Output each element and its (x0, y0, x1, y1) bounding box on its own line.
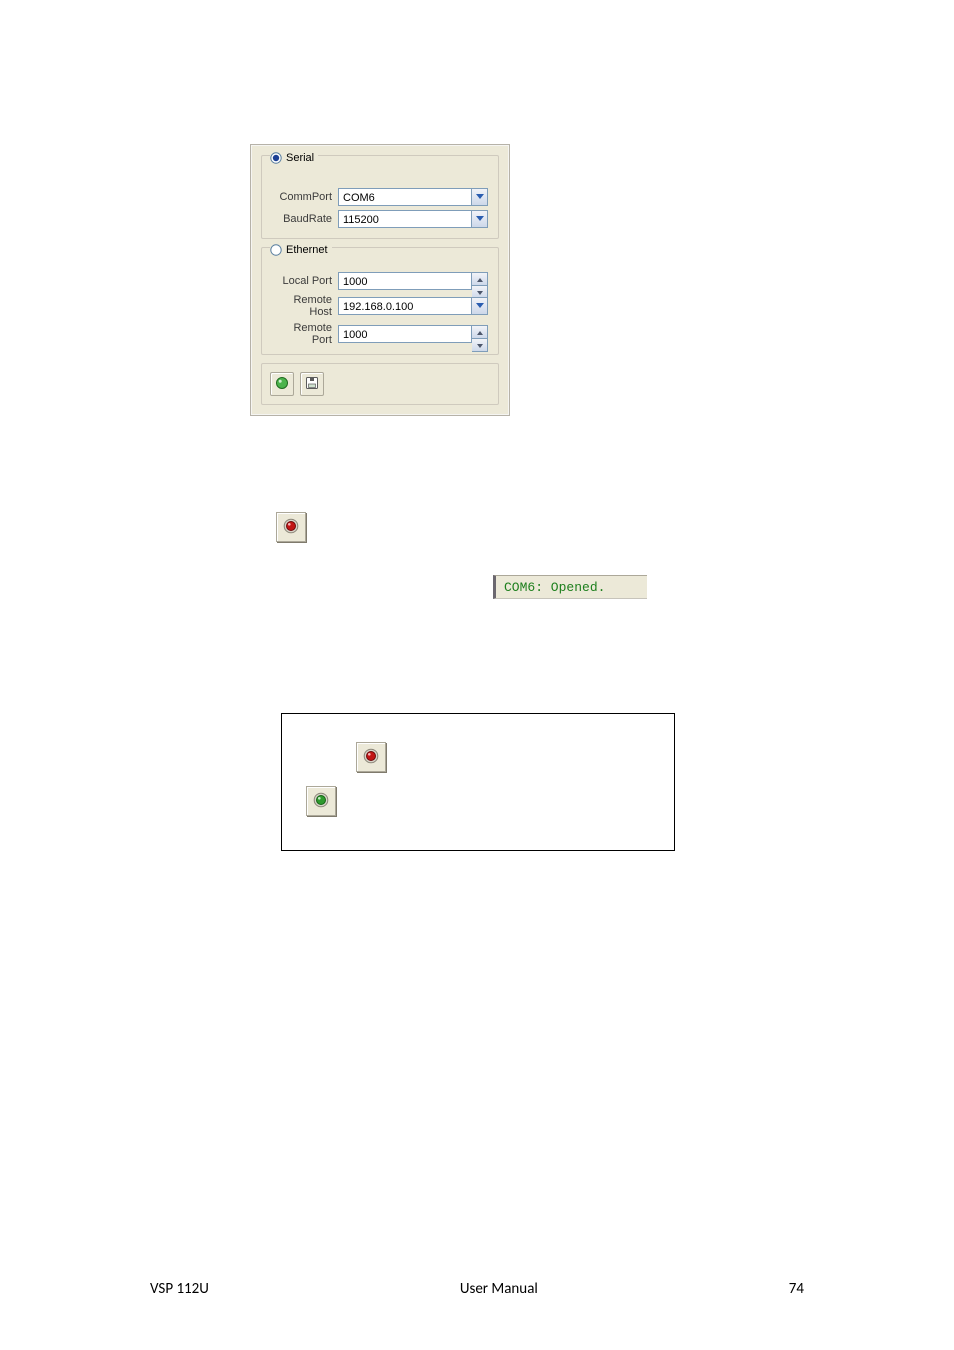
chevron-up-icon (477, 326, 483, 338)
serial-label: Serial (286, 152, 314, 164)
connect-button-green (306, 786, 336, 816)
remoteport-input[interactable]: 1000 (338, 325, 472, 343)
chevron-down-icon (476, 213, 484, 225)
red-dot-icon (363, 748, 379, 767)
red-dot-icon (283, 518, 299, 537)
baudrate-input[interactable]: 115200 (338, 210, 472, 228)
footer-right: 74 (789, 1280, 804, 1298)
localport-label: Local Port (272, 275, 332, 287)
toolbar-group (261, 363, 499, 405)
explain-row-green (306, 786, 650, 816)
remoteport-stepper[interactable] (472, 325, 488, 343)
baudrate-dropdown-button[interactable] (472, 210, 488, 228)
page-footer: VSP 112U User Manual 74 (0, 1280, 954, 1298)
explain-row-red (356, 742, 650, 772)
chevron-up-icon (477, 273, 483, 285)
status-bar: COM6: Opened. (493, 575, 647, 599)
ethernet-group: Ethernet Local Port 1000 Remote Host 192… (261, 247, 499, 355)
serial-group: Serial CommPort COM6 BaudRate 115200 (261, 155, 499, 239)
connect-button-red-illustration (276, 512, 306, 542)
status-text: COM6: Opened. (504, 580, 605, 595)
localport-input[interactable]: 1000 (338, 272, 472, 290)
serial-radio[interactable]: Serial (270, 152, 318, 164)
footer-center: User Manual (460, 1280, 538, 1298)
connect-button-red (356, 742, 386, 772)
connection-settings-panel: Serial CommPort COM6 BaudRate 115200 (250, 144, 510, 416)
green-dot-icon (275, 376, 289, 393)
commport-dropdown-button[interactable] (472, 188, 488, 206)
commport-input[interactable]: COM6 (338, 188, 472, 206)
ethernet-label: Ethernet (286, 244, 328, 256)
chevron-down-icon (476, 300, 484, 312)
ethernet-radio[interactable]: Ethernet (270, 244, 332, 256)
save-button[interactable] (300, 372, 324, 396)
footer-left: VSP 112U (150, 1280, 209, 1298)
radio-selected-icon (270, 152, 282, 164)
remotehost-dropdown-button[interactable] (472, 297, 488, 315)
remoteport-label: Remote Port (272, 322, 332, 346)
connect-button[interactable] (270, 372, 294, 396)
connect-button-explanation (281, 713, 675, 851)
save-icon (305, 376, 319, 393)
green-dot-icon (313, 792, 329, 811)
chevron-down-icon (476, 191, 484, 203)
remotehost-label: Remote Host (272, 294, 332, 318)
localport-stepper[interactable] (472, 272, 488, 290)
commport-label: CommPort (272, 191, 332, 203)
baudrate-label: BaudRate (272, 213, 332, 225)
radio-unselected-icon (270, 244, 282, 256)
remotehost-input[interactable]: 192.168.0.100 (338, 297, 472, 315)
chevron-down-icon (477, 339, 483, 351)
